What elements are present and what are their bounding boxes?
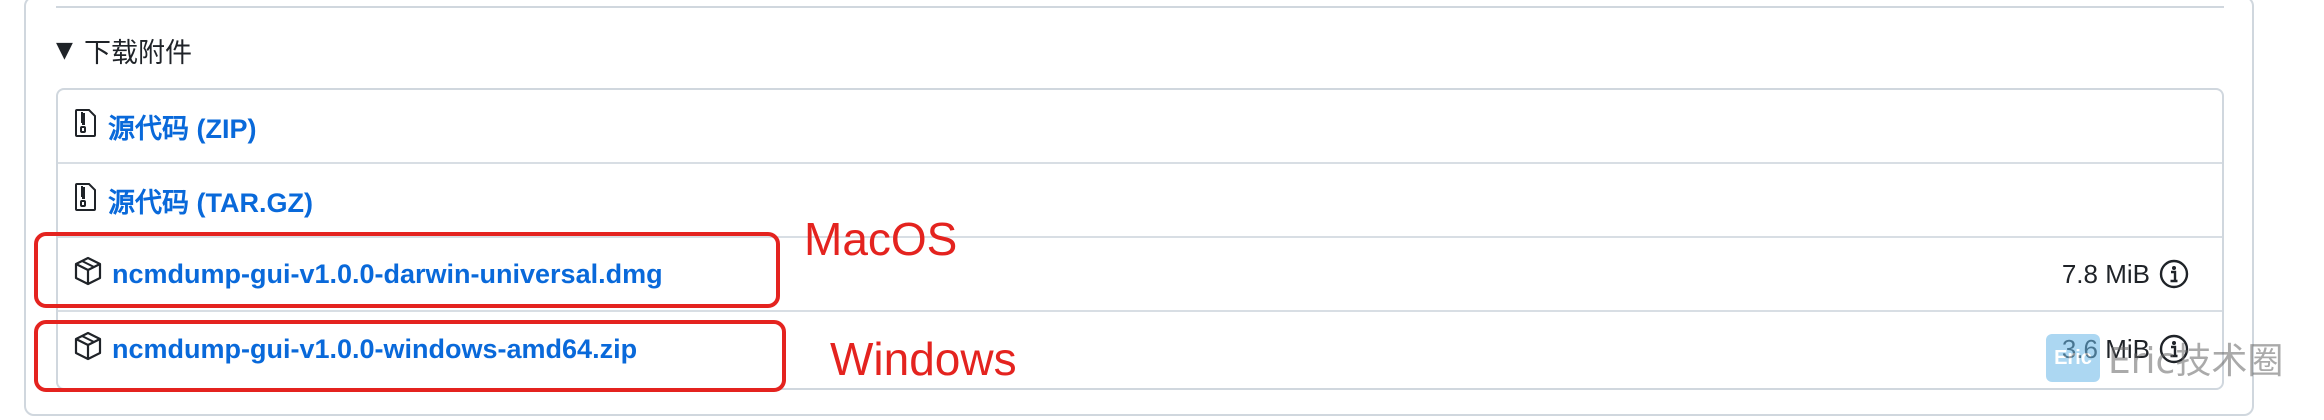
windows-annotation-label: Windows (830, 333, 1017, 385)
disclosure-triangle-icon: ▼ (56, 37, 73, 63)
macos-highlight-box (34, 232, 780, 308)
watermark-logo: Eric (2046, 334, 2100, 382)
watermark-text: Eric技术圈 (2108, 341, 2284, 382)
asset-link-source-targz[interactable]: 源代码 (TAR.GZ) (74, 181, 313, 220)
info-icon[interactable] (2158, 258, 2190, 290)
asset-name: 源代码 (ZIP) (108, 113, 257, 144)
watermark: Eric Eric技术圈 (2046, 332, 2283, 384)
asset-row: 源代码 (ZIP) (58, 90, 2222, 164)
asset-row: 源代码 (TAR.GZ) (58, 164, 2222, 238)
windows-highlight-box (34, 320, 786, 392)
divider (56, 6, 2224, 8)
page: ▼ 下载附件 源代码 (ZIP) 源代码 (TAR.GZ) ncmdump-gu… (0, 0, 2324, 420)
assets-details-title: 下载附件 (84, 37, 192, 69)
asset-meta: 7.8 MiB (2062, 258, 2190, 290)
assets-details-toggle[interactable]: ▼ 下载附件 (56, 30, 192, 70)
macos-annotation-label: MacOS (804, 213, 958, 265)
file-zip-icon (74, 108, 98, 145)
file-zip-icon (74, 182, 98, 219)
asset-size: 7.8 MiB (2061, 258, 2150, 289)
asset-link-source-zip[interactable]: 源代码 (ZIP) (74, 107, 257, 146)
asset-name: 源代码 (TAR.GZ) (108, 187, 313, 218)
